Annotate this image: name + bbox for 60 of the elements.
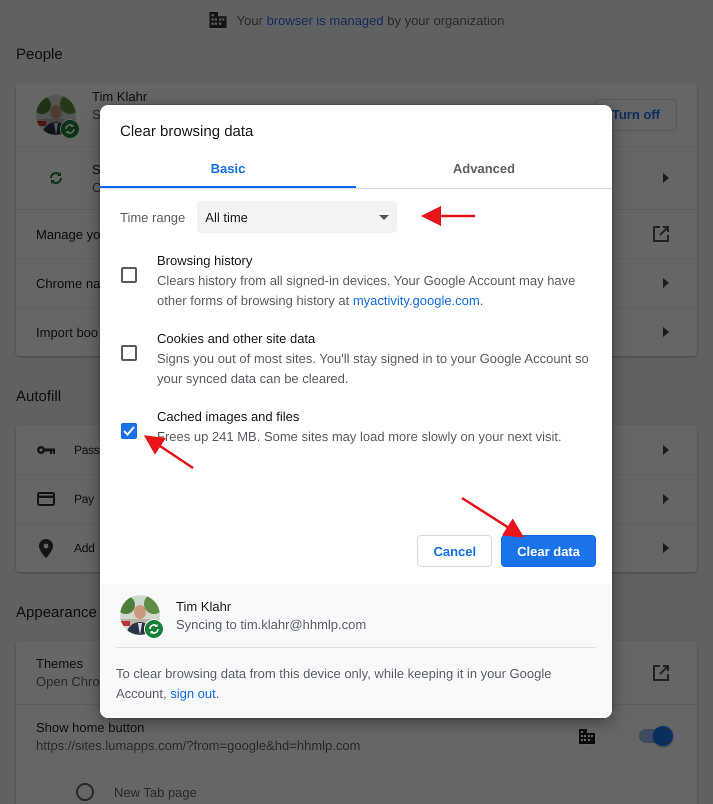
option-description: Clears history from all signed-in devices. Your Google Account may have other forms of browsing history at myactivity.google.com. xyxy=(157,272,576,310)
location-pin-icon xyxy=(39,538,53,558)
section-heading: Appearance xyxy=(16,603,97,623)
activity-link[interactable]: myactivity.google.com xyxy=(352,293,480,308)
external-link-icon[interactable] xyxy=(653,664,669,680)
sync-status: Syncing to tim.klahr@hhmlp.com xyxy=(176,616,366,632)
cancel-button[interactable]: Cancel xyxy=(417,535,492,567)
option-title: Cached images and files xyxy=(157,408,300,426)
checkbox[interactable] xyxy=(121,423,137,439)
setting-description: Open Chro xyxy=(36,674,100,689)
external-link-icon[interactable] xyxy=(653,226,669,242)
managed-link[interactable]: browser is managed xyxy=(266,12,384,28)
profile-name: Tim Klahr xyxy=(92,89,148,104)
time-range-dropdown[interactable]: All time xyxy=(197,201,398,233)
section-heading: People xyxy=(16,45,63,65)
caret-icon[interactable] xyxy=(663,278,669,288)
sign-out-link[interactable]: sign out xyxy=(170,686,216,701)
clear-data-button[interactable]: Clear data xyxy=(501,535,596,567)
setting-label[interactable]: Chrome na xyxy=(36,276,100,290)
setting-label[interactable]: Pay xyxy=(74,492,94,506)
caret-icon[interactable] xyxy=(663,543,669,553)
setting-label[interactable]: S xyxy=(92,162,101,176)
option-description: Signs you out of most sites. You'll stay signed in to your Google Account so your synced data can be cleared. xyxy=(157,350,590,388)
checkbox[interactable] xyxy=(121,267,137,283)
profile-status: S xyxy=(92,107,101,122)
setting-label[interactable]: Manage yo xyxy=(36,226,100,242)
sign-out-note: To clear browsing data from this device only, while keeping it in your Google Account, sign out. xyxy=(116,665,552,703)
option-title: Browsing history xyxy=(157,252,254,270)
section-heading: Autofill xyxy=(16,387,62,407)
caret-icon[interactable] xyxy=(663,444,669,454)
setting-label[interactable]: Import boo xyxy=(36,324,98,340)
building-icon xyxy=(208,12,227,28)
tab[interactable]: Basic xyxy=(100,150,356,188)
setting-description: C xyxy=(92,180,102,194)
radio-button[interactable] xyxy=(76,783,94,801)
account-name: Tim Klahr xyxy=(176,598,232,614)
setting-label[interactable]: Add xyxy=(74,541,94,555)
key-icon xyxy=(37,444,55,454)
checkbox[interactable] xyxy=(121,345,137,361)
tab[interactable]: Advanced xyxy=(356,150,612,188)
setting-label[interactable]: Pass xyxy=(74,442,100,456)
setting-label[interactable]: Themes xyxy=(36,656,83,671)
caret-icon[interactable] xyxy=(663,494,669,504)
toggle-switch[interactable] xyxy=(639,729,673,743)
setting-label[interactable]: Show home button xyxy=(36,720,144,734)
radio-label: New Tab page xyxy=(114,784,197,800)
sync-icon xyxy=(60,118,80,138)
building-icon xyxy=(579,728,595,744)
field-label: Time range xyxy=(120,210,186,224)
caret-icon[interactable] xyxy=(663,173,669,183)
sync-icon xyxy=(144,619,164,639)
option-title: Cookies and other site data xyxy=(157,330,316,348)
arrow xyxy=(421,206,475,226)
arrow xyxy=(461,496,524,538)
dialog-title: Clear browsing data xyxy=(119,122,254,142)
dropdown-arrow-icon xyxy=(379,214,390,220)
managed-notice: Your browser is managed by your organization xyxy=(236,12,504,28)
credit-card-icon xyxy=(37,492,55,506)
caret-icon[interactable] xyxy=(663,327,669,337)
setting-description: https://sites.lumapps.com/?from=google&hd=hhmlp.com xyxy=(36,738,360,752)
